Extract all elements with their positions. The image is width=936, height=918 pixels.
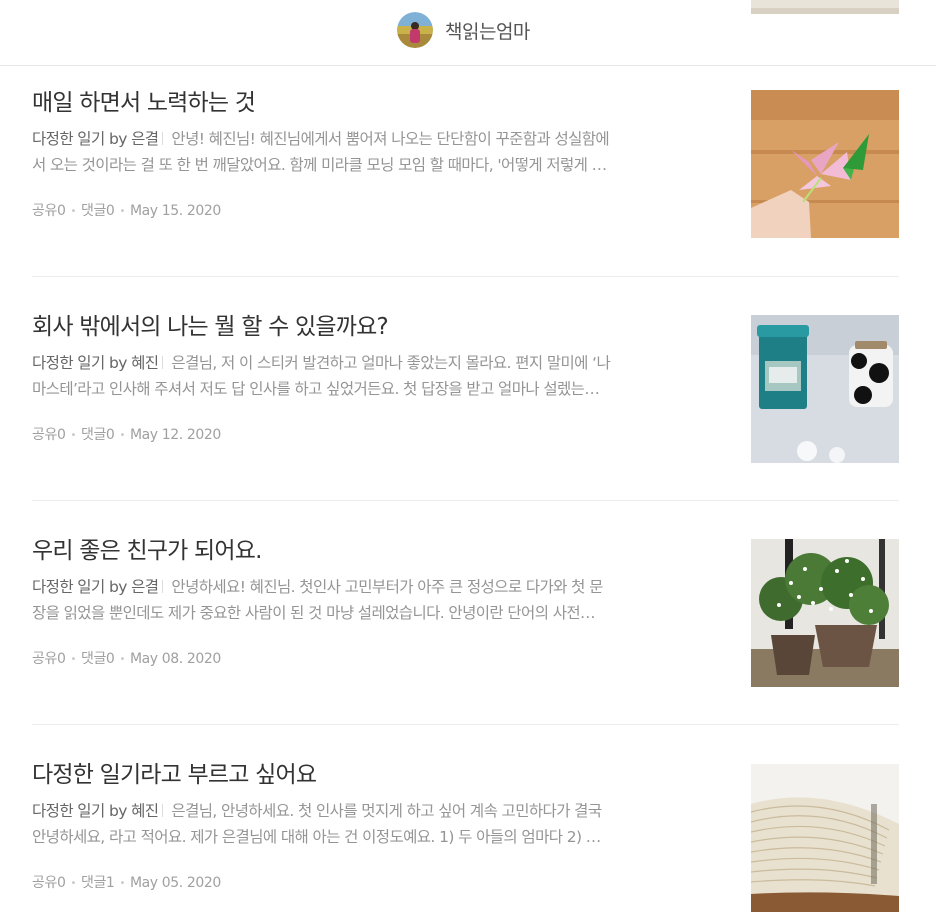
- author-header: 책읽는엄마: [0, 0, 936, 66]
- excerpt-text: 은결님, 안녕하세요. 첫 인사를 멋지게 하고 싶어 계속 고민하다가 결국: [171, 802, 602, 820]
- meta-dot: •: [119, 206, 125, 217]
- meta-dot: •: [70, 878, 76, 889]
- meta-dot: •: [70, 430, 76, 441]
- origami-flower-photo[interactable]: [751, 90, 899, 238]
- post-item[interactable]: 회사 밖에서의 나는 뭘 할 수 있을까요? 다정한 일기 by 혜진 은결님, …: [32, 312, 899, 463]
- share-count: 공유0: [32, 651, 66, 667]
- excerpt-text: 은결님, 저 이 스티커 발견하고 얼마나 좋았는지 몰라요. 편지 말미에 ‘…: [171, 354, 611, 372]
- post-meta: 공유0 • 댓글0 • May 15. 2020: [32, 202, 221, 221]
- comment-count: 댓글0: [80, 651, 115, 667]
- excerpt-line-2: 장을 읽었을 뿐인데도 제가 중요한 사람이 된 것 마냥 설레었습니다. 안녕…: [32, 604, 596, 622]
- post-excerpt[interactable]: 다정한 일기 by 혜진 은결님, 안녕하세요. 첫 인사를 멋지게 하고 싶어 …: [32, 798, 704, 850]
- excerpt-line-2: 안녕하세요, 라고 적어요. 제가 은결님에 대해 아는 건 이정도예요. 1)…: [32, 828, 601, 846]
- post-title[interactable]: 회사 밖에서의 나는 뭘 할 수 있을까요?: [32, 312, 722, 342]
- author-profile-link[interactable]: 책읽는엄마: [397, 11, 530, 49]
- open-book-photo[interactable]: [751, 764, 899, 912]
- magazine-name: 다정한 일기 by 은결: [32, 578, 159, 596]
- post-item[interactable]: 매일 하면서 노력하는 것 다정한 일기 by 은결 안녕! 혜진님! 혜진님에게…: [32, 88, 899, 238]
- excerpt-line-1: 다정한 일기 by 은결 안녕! 혜진님! 혜진님에게서 뿜어져 나오는 단단함이…: [32, 126, 704, 152]
- post-divider: [32, 276, 899, 277]
- share-count: 공유0: [32, 875, 66, 891]
- excerpt-line-2: 서 오는 것이라는 걸 또 한 번 깨달았어요. 함께 미라클 모닝 모임 할 …: [32, 156, 607, 174]
- meta-dot: •: [70, 206, 76, 217]
- flower-pots-photo[interactable]: [751, 539, 899, 687]
- post-meta: 공유0 • 댓글0 • May 08. 2020: [32, 650, 221, 669]
- post-excerpt[interactable]: 다정한 일기 by 은결 안녕! 혜진님! 혜진님에게서 뿜어져 나오는 단단함이…: [32, 126, 704, 178]
- post-date: May 12. 2020: [129, 427, 221, 443]
- comment-count: 댓글0: [80, 203, 115, 219]
- excerpt-text: 안녕! 혜진님! 혜진님에게서 뿜어져 나오는 단단함이 꾸준함과 성실함에: [171, 130, 610, 148]
- share-count: 공유0: [32, 203, 66, 219]
- excerpt-line-1: 다정한 일기 by 혜진 은결님, 저 이 스티커 발견하고 얼마나 좋았는지 몰…: [32, 350, 704, 376]
- meta-dot: •: [119, 878, 125, 889]
- excerpt-line-2: 마스테’라고 인사해 주셔서 저도 답 인사를 하고 싶었거든요. 첫 답장을 …: [32, 380, 600, 398]
- comment-count: 댓글1: [80, 875, 115, 891]
- magazine-name: 다정한 일기 by 은결: [32, 130, 159, 148]
- post-divider: [32, 500, 899, 501]
- previous-post-thumbnail-icon[interactable]: [751, 0, 899, 14]
- meta-dot: •: [119, 654, 125, 665]
- post-date: May 05. 2020: [129, 875, 221, 891]
- post-title[interactable]: 매일 하면서 노력하는 것: [32, 88, 722, 118]
- post-meta: 공유0 • 댓글0 • May 12. 2020: [32, 426, 221, 445]
- post-title[interactable]: 우리 좋은 친구가 되어요.: [32, 536, 722, 566]
- post-title[interactable]: 다정한 일기라고 부르고 싶어요: [32, 760, 722, 790]
- post-excerpt[interactable]: 다정한 일기 by 혜진 은결님, 저 이 스티커 발견하고 얼마나 좋았는지 몰…: [32, 350, 704, 402]
- post-date: May 08. 2020: [129, 651, 221, 667]
- meta-dot: •: [119, 430, 125, 441]
- share-count: 공유0: [32, 427, 66, 443]
- excerpt-line-1: 다정한 일기 by 혜진 은결님, 안녕하세요. 첫 인사를 멋지게 하고 싶어 …: [32, 798, 704, 824]
- magazine-name: 다정한 일기 by 혜진: [32, 802, 159, 820]
- post-item[interactable]: 우리 좋은 친구가 되어요. 다정한 일기 by 은결 안녕하세요! 혜진님. 첫…: [32, 536, 899, 687]
- post-divider: [32, 724, 899, 725]
- tea-tin-and-mug-photo[interactable]: [751, 315, 899, 463]
- excerpt-line-1: 다정한 일기 by 은결 안녕하세요! 혜진님. 첫인사 고민부터가 아주 큰 정…: [32, 574, 704, 600]
- excerpt-text: 안녕하세요! 혜진님. 첫인사 고민부터가 아주 큰 정성으로 다가와 첫 문: [171, 578, 603, 596]
- separator: [162, 804, 164, 817]
- post-item[interactable]: 다정한 일기라고 부르고 싶어요 다정한 일기 by 혜진 은결님, 안녕하세요.…: [32, 760, 899, 912]
- post-date: May 15. 2020: [129, 203, 221, 219]
- separator: [162, 356, 164, 369]
- separator: [162, 132, 164, 145]
- post-meta: 공유0 • 댓글1 • May 05. 2020: [32, 874, 221, 893]
- article-list-page: 책읽는엄마 매일 하면서 노력하는 것 다정한 일기 by 은결 안녕! 혜진님!…: [0, 0, 936, 918]
- magazine-name: 다정한 일기 by 혜진: [32, 354, 159, 372]
- author-name: 책읽는엄마: [445, 20, 530, 43]
- comment-count: 댓글0: [80, 427, 115, 443]
- profile-avatar-icon: [397, 12, 433, 48]
- separator: [162, 580, 164, 593]
- post-excerpt[interactable]: 다정한 일기 by 은결 안녕하세요! 혜진님. 첫인사 고민부터가 아주 큰 정…: [32, 574, 704, 626]
- meta-dot: •: [70, 654, 76, 665]
